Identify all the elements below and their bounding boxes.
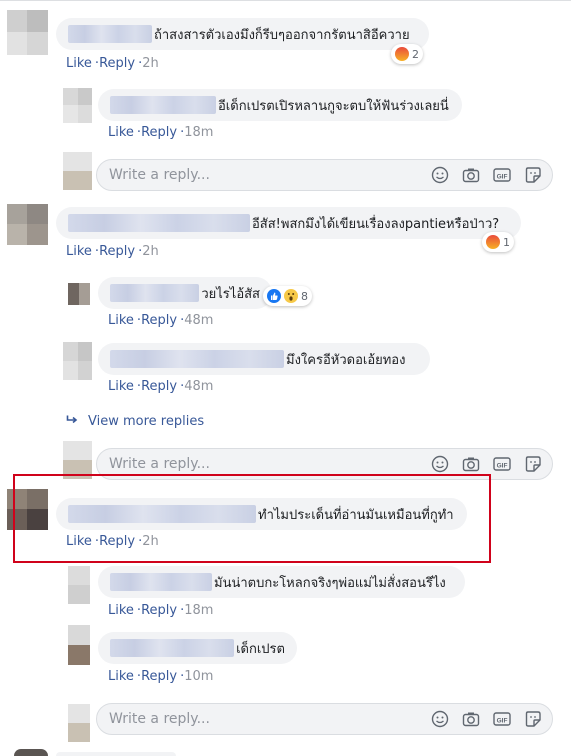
reply-arrow-icon bbox=[66, 414, 82, 429]
reply-bubble: มันน่าตบกะโหลกจริงๆพ่อแม่ไม่สั่งสอนรึไง bbox=[98, 566, 465, 598]
like-link[interactable]: Like bbox=[66, 244, 92, 259]
like-reaction-icon bbox=[267, 289, 281, 303]
comment-text: มึงใครอีหัวดอเอ้ยทอง bbox=[286, 352, 406, 368]
like-link[interactable]: Like bbox=[108, 603, 134, 618]
comment-actions: Like ·Reply ·2h bbox=[66, 56, 159, 71]
reply-link[interactable]: Reply bbox=[141, 669, 177, 684]
like-link[interactable]: Like bbox=[108, 125, 134, 140]
avatar[interactable] bbox=[68, 566, 90, 604]
avatar[interactable] bbox=[63, 88, 92, 123]
reply-input-tools: GIF bbox=[418, 710, 542, 728]
comment-text: อีเด็กเปรตเปิรหลานกูจะตบให้ฟันร่วงเลยนี่ bbox=[218, 98, 449, 114]
reply-placeholder: Write a reply... bbox=[109, 456, 210, 472]
svg-text:GIF: GIF bbox=[497, 462, 508, 469]
reply-link[interactable]: Reply bbox=[141, 603, 177, 618]
comment-text: ถ้าสงสารตัวเองมึงก็รีบๆออกจากรัตนาสิอีคว… bbox=[154, 27, 410, 43]
reply-bubble: อีเด็กเปรตเปิรหลานกูจะตบให้ฟันร่วงเลยนี่ bbox=[98, 89, 462, 121]
angry-reaction-icon bbox=[486, 235, 500, 249]
like-link[interactable]: Like bbox=[66, 56, 92, 71]
avatar[interactable] bbox=[68, 625, 90, 665]
avatar[interactable] bbox=[68, 283, 90, 305]
reply-input[interactable]: Write a reply... GIF bbox=[96, 159, 553, 191]
comment-actions: Like ·Reply ·48m bbox=[108, 313, 214, 328]
emoji-icon[interactable] bbox=[431, 710, 449, 728]
reply-bubble: มึงใครอีหัวดอเอ้ยทอง bbox=[98, 343, 430, 375]
gif-icon[interactable]: GIF bbox=[493, 710, 511, 728]
reply-bubble: วยไรไอ้สัส bbox=[98, 277, 272, 309]
blurred-author-name[interactable] bbox=[110, 96, 216, 114]
sticker-icon[interactable] bbox=[524, 710, 542, 728]
comment-actions: Like ·Reply ·18m bbox=[108, 125, 214, 140]
my-avatar bbox=[68, 704, 90, 742]
camera-icon[interactable] bbox=[462, 710, 480, 728]
reply-link[interactable]: Reply bbox=[99, 244, 135, 259]
reaction-count[interactable]: 8 bbox=[263, 286, 312, 306]
sticker-icon[interactable] bbox=[524, 166, 542, 184]
comment-text: เด็กเปรต bbox=[236, 641, 285, 657]
comment-text: อีสัส!พสกมึงได้เขียนเรื่องลงpantieหรือป่… bbox=[252, 216, 500, 232]
svg-text:GIF: GIF bbox=[497, 173, 508, 180]
like-link[interactable]: Like bbox=[108, 313, 134, 328]
blurred-author-name[interactable] bbox=[110, 350, 284, 368]
reply-placeholder: Write a reply... bbox=[109, 167, 210, 183]
reply-link[interactable]: Reply bbox=[99, 56, 135, 71]
comment-text: วยไรไอ้สัส bbox=[201, 286, 260, 302]
comment-bubble: อีสัส!พสกมึงได้เขียนเรื่องลงpantieหรือป่… bbox=[56, 207, 521, 239]
comment-actions: Like ·Reply ·18m bbox=[108, 603, 214, 618]
avatar[interactable] bbox=[63, 342, 92, 380]
comment-actions: Like ·Reply ·10m bbox=[108, 669, 214, 684]
emoji-icon[interactable] bbox=[431, 455, 449, 473]
reply-bubble: เด็กเปรต bbox=[98, 632, 297, 664]
reply-link[interactable]: Reply bbox=[141, 379, 177, 394]
blurred-author-name[interactable] bbox=[68, 214, 250, 232]
highlight-box bbox=[13, 474, 491, 563]
avatar[interactable] bbox=[14, 749, 48, 756]
top-divider bbox=[0, 0, 571, 1]
sticker-icon[interactable] bbox=[524, 455, 542, 473]
view-more-replies[interactable]: View more replies bbox=[66, 414, 204, 429]
like-link[interactable]: Like bbox=[108, 379, 134, 394]
timestamp[interactable]: 10m bbox=[184, 669, 213, 684]
reply-input[interactable]: Write a reply... GIF bbox=[96, 703, 553, 735]
reply-input-tools: GIF bbox=[418, 166, 542, 184]
comment-actions: Like ·Reply ·48m bbox=[108, 379, 214, 394]
reaction-count[interactable]: 2 bbox=[391, 44, 423, 64]
reply-link[interactable]: Reply bbox=[141, 125, 177, 140]
reply-input-tools: GIF bbox=[418, 455, 542, 473]
blurred-author-name[interactable] bbox=[110, 573, 212, 591]
avatar[interactable] bbox=[7, 204, 48, 245]
reaction-count[interactable]: 1 bbox=[482, 232, 514, 252]
my-avatar bbox=[63, 152, 92, 190]
reply-placeholder: Write a reply... bbox=[109, 711, 210, 727]
comment-text: มันน่าตบกะโหลกจริงๆพ่อแม่ไม่สั่งสอนรึไง bbox=[214, 575, 446, 591]
timestamp[interactable]: 48m bbox=[184, 379, 213, 394]
blurred-author-name[interactable] bbox=[68, 25, 152, 43]
emoji-icon[interactable] bbox=[431, 166, 449, 184]
gif-icon[interactable]: GIF bbox=[493, 455, 511, 473]
wow-reaction-icon bbox=[284, 289, 298, 303]
timestamp[interactable]: 48m bbox=[184, 313, 213, 328]
comment-actions: Like ·Reply ·2h bbox=[66, 244, 159, 259]
timestamp[interactable]: 2h bbox=[142, 244, 159, 259]
camera-icon[interactable] bbox=[462, 166, 480, 184]
blurred-author-name[interactable] bbox=[110, 284, 200, 302]
like-link[interactable]: Like bbox=[108, 669, 134, 684]
avatar[interactable] bbox=[7, 10, 48, 55]
gif-icon[interactable]: GIF bbox=[493, 166, 511, 184]
angry-reaction-icon bbox=[395, 47, 409, 61]
timestamp[interactable]: 18m bbox=[184, 125, 213, 140]
reply-link[interactable]: Reply bbox=[141, 313, 177, 328]
comment-bubble: ถ้าสงสารตัวเองมึงก็รีบๆออกจากรัตนาสิอีคว… bbox=[56, 18, 429, 50]
blurred-author-name[interactable] bbox=[110, 639, 235, 657]
camera-icon[interactable] bbox=[462, 455, 480, 473]
timestamp[interactable]: 2h bbox=[142, 56, 159, 71]
timestamp[interactable]: 18m bbox=[184, 603, 213, 618]
svg-text:GIF: GIF bbox=[497, 717, 508, 724]
comment-bubble-partial bbox=[56, 752, 176, 756]
